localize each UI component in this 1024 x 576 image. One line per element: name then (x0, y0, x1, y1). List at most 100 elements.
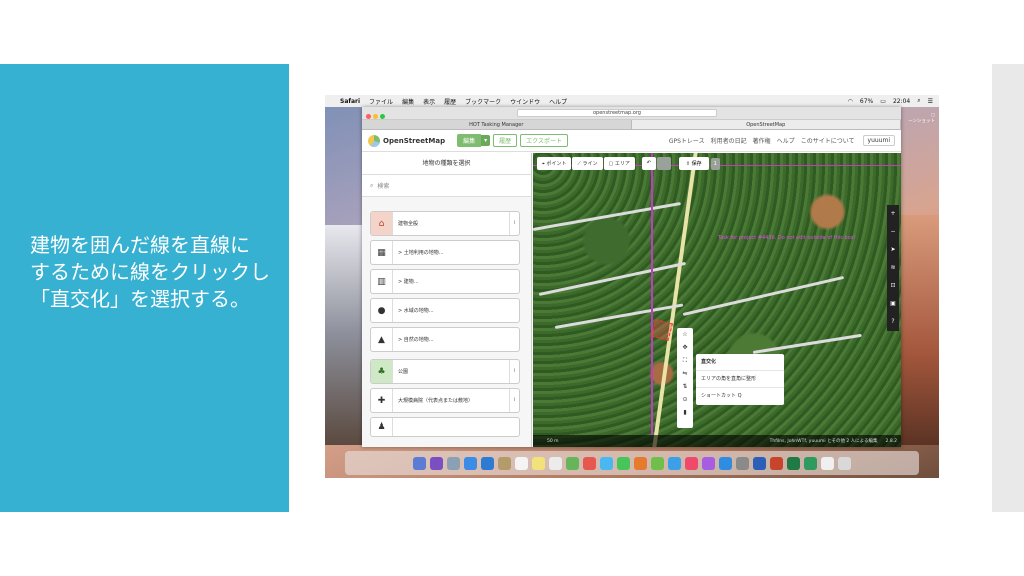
excel-icon[interactable] (787, 456, 800, 470)
notes-icon[interactable] (532, 456, 545, 470)
menu-list-icon[interactable]: ☰ (928, 98, 933, 105)
menu-history[interactable]: 履歴 (444, 97, 456, 106)
finder-icon[interactable] (413, 456, 426, 470)
tab-tasking-manager[interactable]: HOT Tasking Manager (362, 120, 632, 129)
edit-dropdown-caret[interactable]: ▾ (481, 135, 491, 146)
word-icon[interactable] (753, 456, 766, 470)
layers-icon[interactable]: ≋ (890, 259, 895, 277)
preset-category[interactable]: ▦ > 土地利用の地物... (370, 240, 520, 265)
orthogonalize-icon[interactable]: ⛶ (683, 354, 687, 367)
link-diaries[interactable]: 利用者の日記 (711, 136, 747, 145)
locate-icon[interactable]: ➤ (890, 241, 895, 259)
add-line-button[interactable]: ⟋ ライン (572, 157, 603, 170)
books-icon[interactable] (702, 456, 715, 470)
link-copyright[interactable]: 著作権 (753, 136, 771, 145)
menu-edit[interactable]: 編集 (402, 97, 414, 106)
info-icon[interactable]: i (509, 389, 519, 412)
reminders-icon[interactable] (549, 456, 562, 470)
minimize-icon[interactable] (373, 113, 378, 119)
url-bar[interactable]: openstreetmap.org (517, 109, 717, 117)
map-attribution[interactable]: Thfilns, JohnWTf, yuuumi とその他 2 人による編集 (770, 438, 878, 444)
link-gps-traces[interactable]: GPSトレース (669, 136, 705, 145)
rotate-icon[interactable]: ⊙ (682, 393, 687, 406)
messages-icon[interactable] (600, 456, 613, 470)
preset-category[interactable]: ● > 水域の地物... (370, 298, 520, 323)
clock[interactable]: 22:04 (893, 98, 910, 105)
osm-logo-icon[interactable] (368, 134, 380, 147)
pages-icon[interactable] (668, 456, 681, 470)
circularize-icon[interactable]: ☆ (682, 328, 687, 341)
search-icon[interactable]: ⌕ (917, 97, 920, 105)
trash-icon[interactable] (838, 456, 851, 470)
music-icon[interactable] (685, 456, 698, 470)
map-scale: 50 m (547, 438, 559, 444)
zoom-in-icon[interactable]: + (890, 205, 895, 223)
menu-window[interactable]: ウインドウ (510, 97, 540, 106)
battery-icon[interactable]: ▭ (880, 98, 886, 105)
mail-icon[interactable] (481, 456, 494, 470)
preset-category[interactable]: ▲ > 自然の地物... (370, 327, 520, 352)
issues-icon[interactable]: ▣ (890, 295, 896, 313)
search-input[interactable]: 検索 (377, 181, 389, 190)
photos-icon[interactable] (583, 456, 596, 470)
menu-file[interactable]: ファイル (369, 97, 393, 106)
maps-icon[interactable] (566, 456, 579, 470)
facetime-icon[interactable] (617, 456, 630, 470)
zoom-out-icon[interactable]: − (890, 223, 895, 241)
track-line[interactable] (533, 201, 681, 231)
numbers-icon[interactable] (651, 456, 664, 470)
track-line[interactable] (752, 333, 862, 354)
move-icon[interactable]: ✥ (682, 341, 687, 354)
link-about[interactable]: このサイトについて (801, 136, 855, 145)
info-icon[interactable]: i (509, 360, 519, 383)
system-preferences-icon[interactable] (736, 456, 749, 470)
help-icon[interactable]: ? (891, 313, 894, 331)
user-menu-button[interactable]: yuuumi (862, 135, 895, 146)
history-button[interactable]: 履歴 (493, 134, 518, 147)
keynote-icon[interactable] (634, 456, 647, 470)
tab-openstreetmap[interactable]: OpenStreetMap (631, 120, 901, 129)
siri-icon[interactable] (430, 456, 443, 470)
map-canvas[interactable]: Task for project #4436. Do not edit outs… (533, 153, 901, 447)
edit-button[interactable]: 編集 (457, 134, 482, 147)
reflect-short-icon[interactable]: ⇅ (682, 380, 687, 393)
editor-version[interactable]: 2.8.2 (886, 439, 897, 444)
menu-app[interactable]: Safari (340, 98, 360, 105)
preset-search[interactable]: ⌕ 検索 (362, 175, 531, 197)
wifi-icon[interactable]: ◠ (848, 98, 853, 105)
track-line[interactable] (682, 275, 845, 316)
add-area-button[interactable]: ▢ エリア (603, 157, 635, 170)
launchpad-icon[interactable] (447, 456, 460, 470)
map-data-icon[interactable]: ⊡ (890, 277, 895, 295)
osm-logo-text[interactable]: OpenStreetMap (383, 137, 445, 145)
preset-category[interactable]: ▥ > 建物... (370, 269, 520, 294)
safari-icon[interactable] (464, 456, 477, 470)
track-line[interactable] (538, 261, 687, 296)
redo-icon[interactable] (656, 157, 671, 170)
calendar-icon[interactable] (515, 456, 528, 470)
app-store-icon[interactable] (719, 456, 732, 470)
preset-item[interactable]: ⌂ 建物全般 i (370, 211, 520, 236)
export-button[interactable]: エクスポート (520, 134, 568, 147)
desktop-file-thumbnail[interactable]: ▢ ーンショット (903, 113, 935, 124)
zoom-icon[interactable] (380, 113, 385, 119)
link-help[interactable]: ヘルプ (777, 136, 795, 145)
preset-item[interactable]: ♟ (370, 417, 520, 437)
undo-icon[interactable]: ↶ (641, 157, 656, 170)
info-icon[interactable]: i (509, 212, 519, 235)
contacts-icon[interactable] (498, 456, 511, 470)
close-icon[interactable] (366, 113, 371, 119)
preset-item[interactable]: ♣ 公園 i (370, 359, 520, 384)
save-button[interactable]: ⇪ 保存 (678, 157, 709, 170)
reflect-long-icon[interactable]: ⇋ (682, 367, 687, 380)
powerpoint-icon[interactable] (770, 456, 783, 470)
document-icon[interactable] (821, 456, 834, 470)
building-icon: ▥ (371, 270, 393, 293)
spreadsheet-icon[interactable] (804, 456, 817, 470)
preset-item[interactable]: ✚ 大規模病院（代表点または敷地） i (370, 388, 520, 413)
menu-bookmarks[interactable]: ブックマーク (465, 97, 501, 106)
delete-icon[interactable]: ▮ (683, 406, 686, 419)
menu-view[interactable]: 表示 (423, 97, 435, 106)
add-point-button[interactable]: ⌖ ポイント (537, 157, 572, 170)
menu-help[interactable]: ヘルプ (549, 97, 567, 106)
